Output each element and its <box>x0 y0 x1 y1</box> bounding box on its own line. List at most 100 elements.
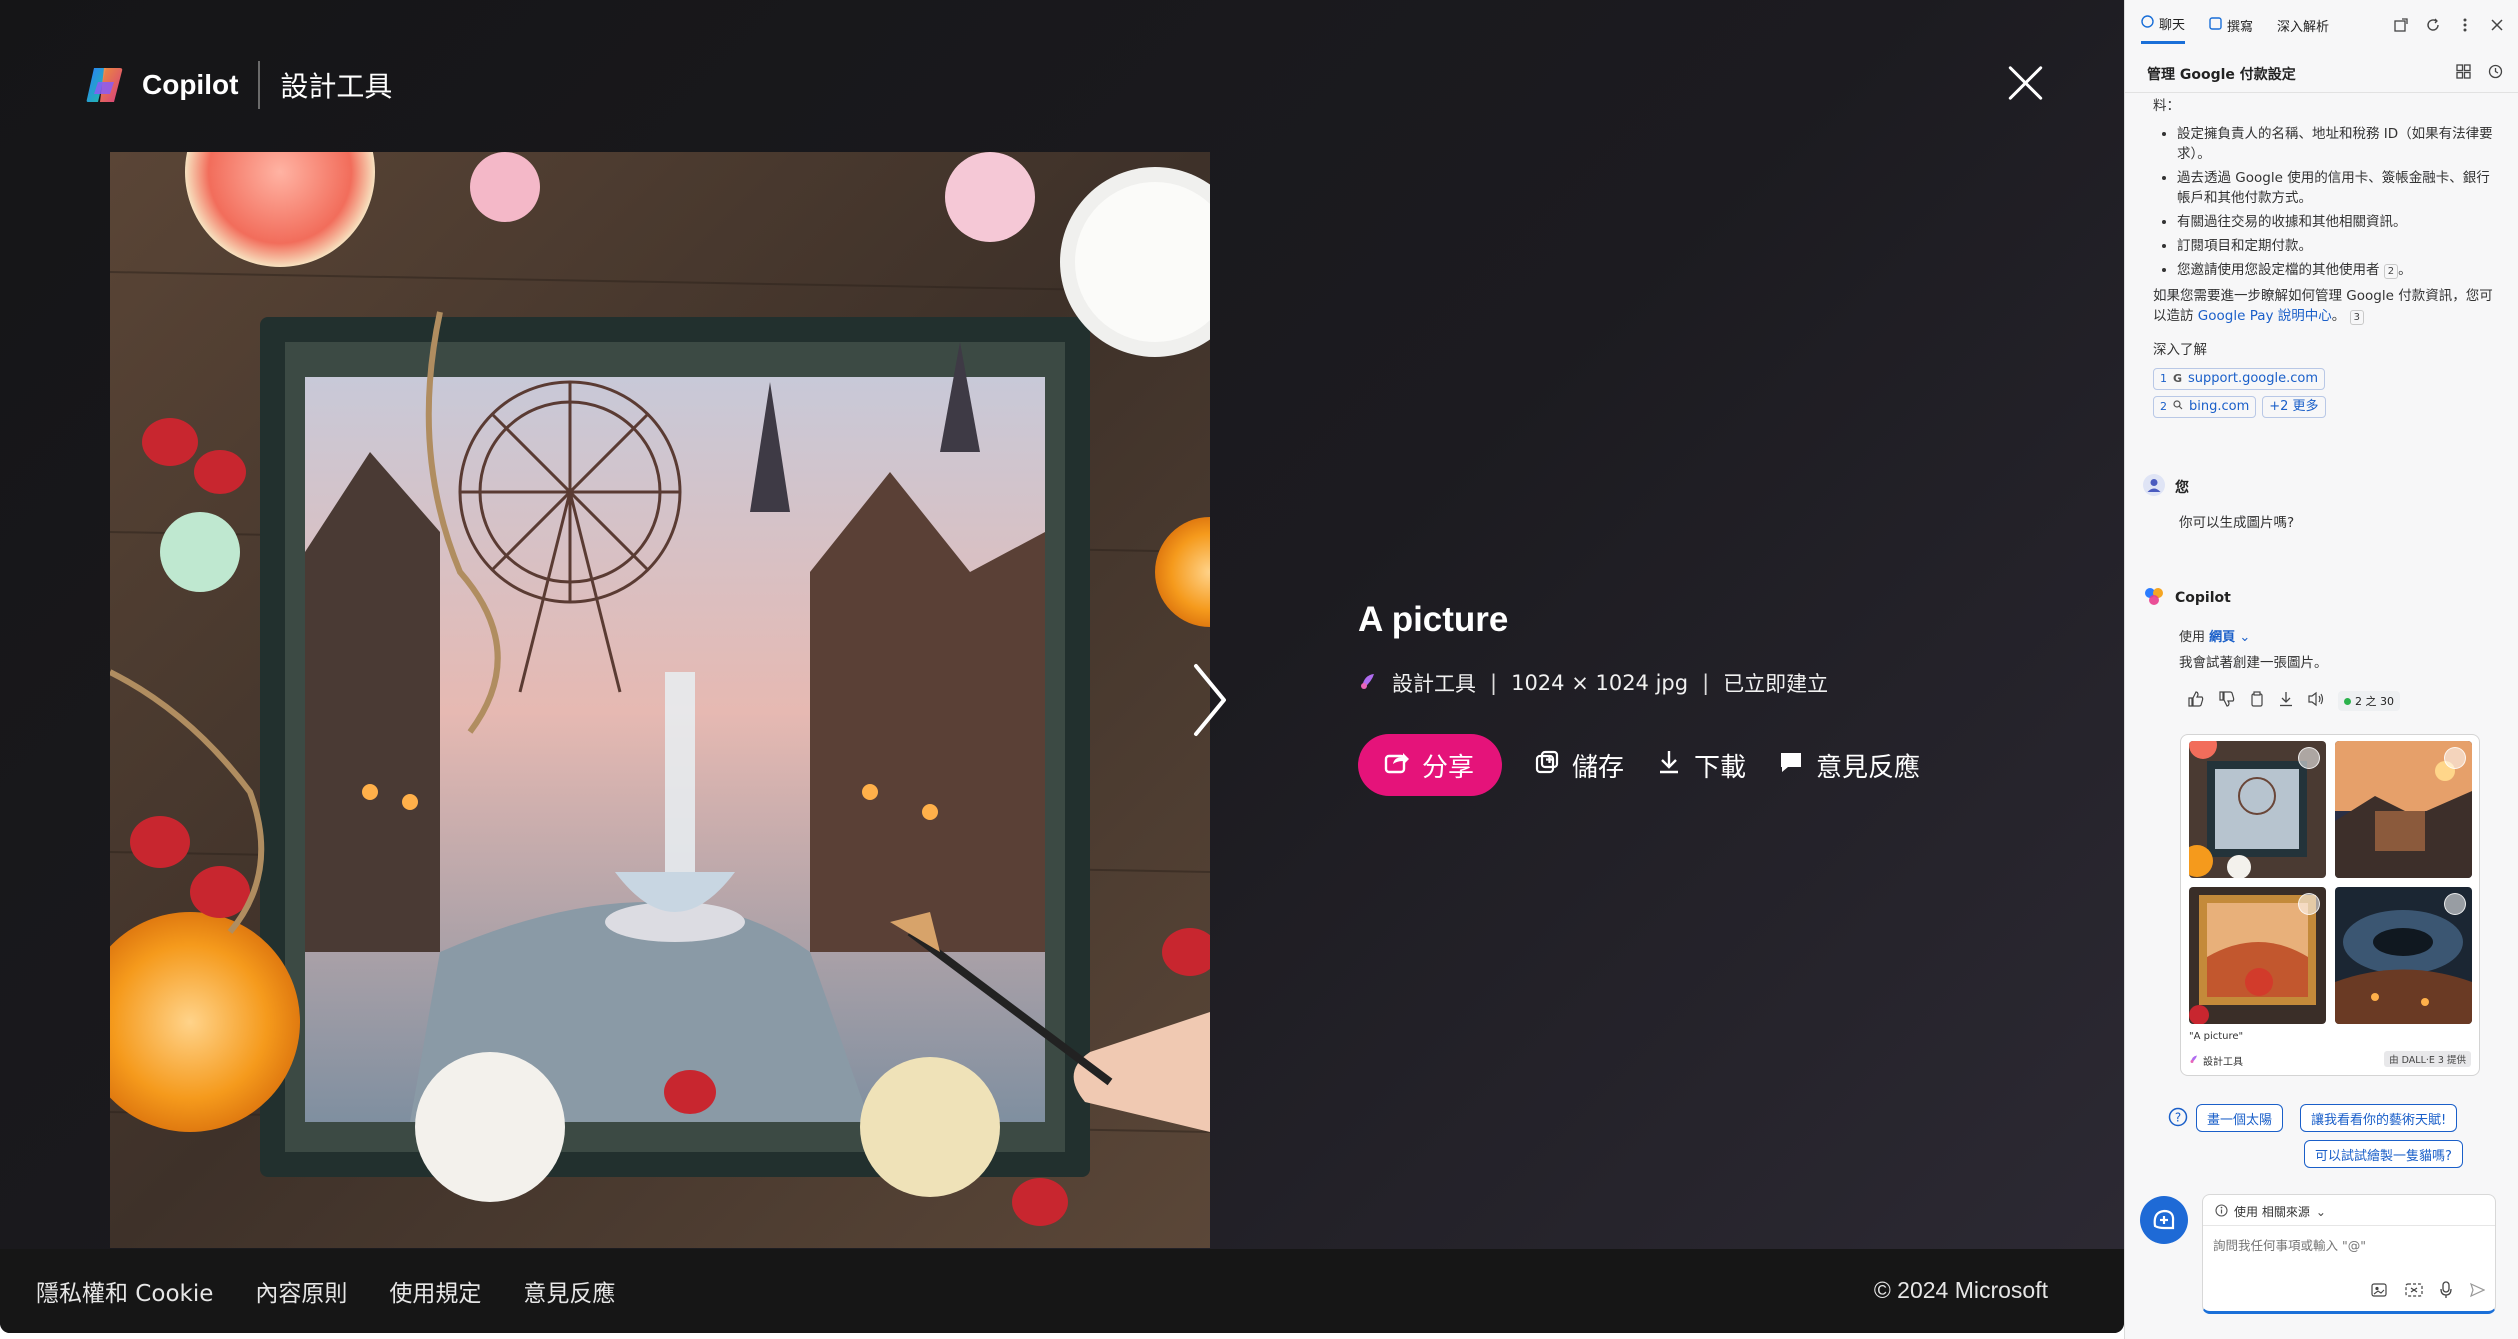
download-icon <box>1656 749 1682 782</box>
suggestion-chip-3[interactable]: 可以試試繪製一隻貓嗎? <box>2304 1140 2463 1168</box>
thumbs-up-icon[interactable] <box>2187 690 2205 712</box>
footer-link-feedback[interactable]: 意見反應 <box>523 1274 615 1308</box>
tab-chat-label: 聊天 <box>2159 18 2186 33</box>
grid-source: 設計工具 <box>2189 1053 2243 1068</box>
download-button[interactable]: 下載 <box>1656 747 1746 784</box>
plugins-icon[interactable] <box>2454 62 2472 80</box>
add-to-collection-icon[interactable] <box>2444 747 2466 769</box>
tab-compose[interactable]: 撰寫 <box>2209 14 2253 44</box>
add-to-collection-icon[interactable] <box>2298 747 2320 769</box>
citation-badge[interactable]: 3 <box>2349 310 2364 325</box>
copilot-avatar-icon <box>2143 585 2165 611</box>
tab-chat[interactable]: 聊天 <box>2141 14 2186 44</box>
image-info: A picture 設計工具 | 1024 × 1024 jpg | 已立即建立… <box>1358 600 1920 796</box>
screenshot-icon[interactable] <box>2405 1282 2423 1302</box>
list-item: 有關過往交易的收據和其他相關資訊。 <box>2177 212 2493 232</box>
footer-link-content-policy[interactable]: 內容原則 <box>255 1274 347 1308</box>
copy-icon[interactable] <box>2249 691 2265 711</box>
response-paragraph: 如果您需要進一步瞭解如何管理 Google 付款資訊，您可以造訪 Google … <box>2153 288 2493 325</box>
image-thumbnail-3[interactable] <box>2189 887 2326 1024</box>
list-item: 過去透過 Google 使用的信用卡、簽帳金融卡、銀行帳戶和其他付款方式。 <box>2177 168 2493 208</box>
close-icon[interactable] <box>2488 16 2506 34</box>
save-button[interactable]: 儲存 <box>1534 747 1624 784</box>
footer-link-terms[interactable]: 使用規定 <box>389 1274 481 1308</box>
share-icon <box>1384 749 1410 782</box>
chevron-down-icon[interactable]: ⌄ <box>2239 630 2250 645</box>
share-label: 分享 <box>1422 752 1475 783</box>
feedback-button[interactable]: 意見反應 <box>1778 747 1920 784</box>
panel-divider <box>2125 92 2518 93</box>
copyright: © 2024 Microsoft <box>1873 1277 2048 1303</box>
copilot-sidebar: 聊天 撰寫 深入解析 管理 Google 付款設定 料： 設定擁負責人的名稱、地… <box>2124 0 2518 1339</box>
image-thumbnail-1[interactable] <box>2189 741 2326 878</box>
grid-caption: "A picture" <box>2189 1031 2244 1042</box>
list-item-text: 您邀請使用您設定檔的其他使用者 <box>2177 262 2380 278</box>
microphone-icon[interactable] <box>2439 1281 2453 1303</box>
info-icon <box>2215 1203 2228 1220</box>
source-chip-google[interactable]: 1 G support.google.com <box>2153 368 2325 390</box>
panel-title: 管理 Google 付款設定 <box>2147 67 2296 83</box>
source-chip-bing[interactable]: 2 bing.com <box>2153 396 2257 418</box>
image-thumbnail-4[interactable] <box>2335 887 2472 1024</box>
svg-text:?: ? <box>2175 1111 2181 1125</box>
citation-badge[interactable]: 2 <box>2383 264 2399 279</box>
export-icon[interactable] <box>2278 691 2294 711</box>
save-collection-icon <box>1534 749 1560 782</box>
chip-number: 2 <box>2160 400 2167 413</box>
image-viewer-modal: Copilot 設計工具 A picture 設計工具 | 1024 × 102… <box>0 0 2124 1333</box>
chip-label: +2 更多 <box>2269 399 2319 414</box>
history-icon[interactable] <box>2486 62 2504 80</box>
generated-image <box>110 152 1210 1248</box>
help-center-link[interactable]: Google Pay 說明中心 <box>2198 308 2332 324</box>
search-icon <box>2173 397 2183 417</box>
copilot-message: 我會試著創建一張圖片。 <box>2179 655 2328 671</box>
compose-icon <box>2209 16 2222 34</box>
designer-icon <box>1358 671 1378 696</box>
search-mode-web[interactable]: 網頁 <box>2209 630 2235 645</box>
response-bullets: 設定擁負責人的名稱、地址和稅務 ID（如果有法律要求）。 過去透過 Google… <box>2153 124 2493 280</box>
tab-insights[interactable]: 深入解析 <box>2277 14 2329 44</box>
viewer-header: Copilot 設計工具 <box>84 61 393 109</box>
speaker-icon[interactable] <box>2307 691 2325 711</box>
meta-separator: | <box>1490 671 1498 695</box>
source-selector[interactable]: 使用 相關來源 ⌄ <box>2215 1203 2326 1220</box>
share-button[interactable]: 分享 <box>1358 734 1503 796</box>
image-thumbnail-2[interactable] <box>2335 741 2472 878</box>
brand-subtitle: 設計工具 <box>280 70 393 103</box>
image-source: 設計工具 <box>1392 672 1476 696</box>
designer-icon <box>2189 1054 2199 1067</box>
send-icon[interactable] <box>2469 1282 2486 1302</box>
footer-link-privacy[interactable]: 隱私權和 Cookie <box>36 1274 213 1308</box>
image-size: 1024 × 1024 jpg <box>1511 671 1689 695</box>
dalle-badge: 由 DALL·E 3 提供 <box>2384 1051 2471 1067</box>
suggestion-chip-2[interactable]: 讓我看看你的藝術天賦! <box>2300 1104 2458 1132</box>
help-icon[interactable]: ? <box>2168 1107 2188 1131</box>
user-message-header: 您 <box>2143 474 2189 500</box>
image-created: 已立即建立 <box>1723 672 1829 696</box>
more-options-icon[interactable] <box>2456 16 2474 34</box>
sidebar-window-controls <box>2392 16 2506 34</box>
panel-actions <box>2454 62 2504 80</box>
brand-name: Copilot <box>142 69 239 100</box>
meta-separator: | <box>1702 671 1710 695</box>
thumbs-down-icon[interactable] <box>2218 690 2236 712</box>
add-to-collection-icon[interactable] <box>2444 893 2466 915</box>
source-chip-more[interactable]: +2 更多 <box>2262 396 2326 418</box>
suggestion-chip-1[interactable]: 畫一個太陽 <box>2196 1104 2284 1132</box>
user-name: 您 <box>2175 480 2189 496</box>
tab-insights-label: 深入解析 <box>2277 19 2330 35</box>
chat-icon <box>2141 15 2154 32</box>
status-dot-icon <box>2344 697 2351 705</box>
chat-input-box: 使用 相關來源 ⌄ <box>2202 1194 2496 1314</box>
chat-input[interactable] <box>2213 1235 2483 1265</box>
chip-label: support.google.com <box>2188 371 2318 386</box>
search-mode-line: 使用 網頁 ⌄ <box>2179 626 2250 645</box>
image-upload-icon[interactable] <box>2371 1282 2389 1302</box>
refresh-icon[interactable] <box>2424 16 2442 34</box>
new-topic-button[interactable] <box>2140 1196 2188 1244</box>
open-external-icon[interactable] <box>2392 16 2410 34</box>
add-to-collection-icon[interactable] <box>2298 893 2320 915</box>
next-image-arrow[interactable] <box>1190 662 1230 738</box>
feedback-icon <box>1778 749 1804 782</box>
close-button[interactable] <box>2000 58 2050 108</box>
